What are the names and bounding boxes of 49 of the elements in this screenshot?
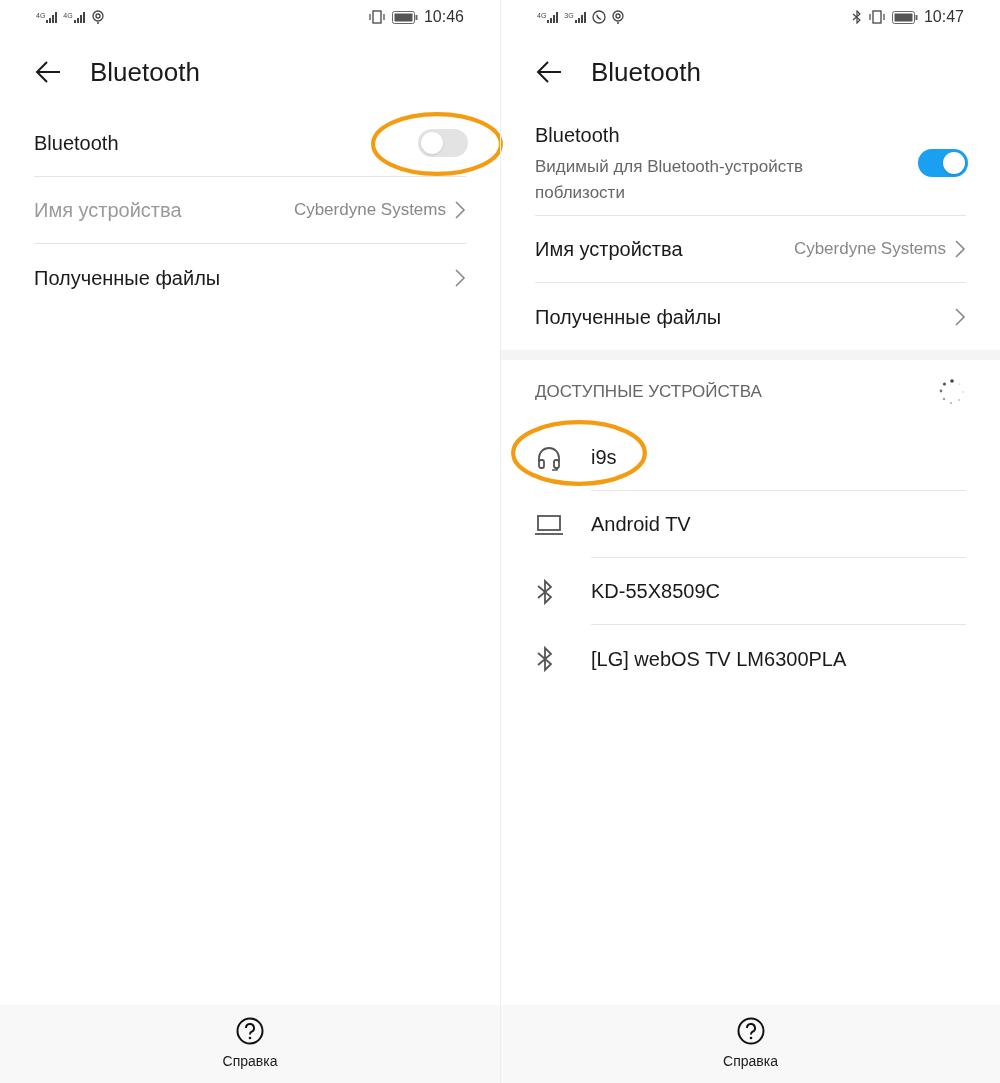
signal-icon [73,11,86,23]
battery-icon [391,10,418,24]
clock: 10:46 [423,7,464,27]
help-icon [736,1016,765,1045]
toggle-switch[interactable] [918,148,968,177]
signal-icon [574,11,587,23]
setting-label: Bluetooth [34,131,119,156]
row-label: Имя устройства [535,237,683,262]
section-header: ДОСТУПНЫЕ УСТРОЙСТВА [535,381,762,404]
help-icon [236,1016,264,1045]
device-name: i9s [591,445,617,470]
signal-icon [46,11,59,23]
device-row[interactable]: [LG] webOS TV LM6300PLA [535,625,966,692]
chevron-icon [954,306,966,327]
hotspot-icon [610,10,625,24]
laptop-icon [535,512,563,537]
chevron-icon [454,200,466,220]
toggle-switch[interactable] [418,129,468,157]
setting-label: Bluetooth [535,122,621,148]
row-label: Полученные файлы [34,265,221,291]
bluetooth-icon [535,577,555,606]
row-label: Полученные файлы [535,304,722,330]
page-title: Bluetooth [90,55,200,89]
hotspot-icon [90,10,105,24]
bluetooth-icon [535,644,555,673]
help-button[interactable]: Справка [501,1005,1000,1083]
signal-icon [547,11,560,23]
chevron-icon [454,267,466,288]
row-value: Cyberdyne Systems [293,199,446,222]
device-name: [LG] webOS TV LM6300PLA [591,646,847,672]
clock: 10:47 [923,7,964,27]
row-label: Имя устройства [34,198,182,223]
device-row[interactable]: i9s [535,424,966,491]
loading-spinner-icon [938,378,966,406]
battery-icon [891,10,918,24]
page-title: Bluetooth [591,55,701,89]
settings-row[interactable]: Полученные файлы [34,244,466,311]
device-name: Android TV [591,512,691,537]
help-button[interactable]: Справка [0,1005,500,1083]
device-name: KD-55X8509C [591,579,720,604]
setting-subtitle: Видимый для Bluetooth-устройств поблизости [535,155,804,204]
vibrate-icon [867,10,886,24]
device-row[interactable]: KD-55X8509C [535,558,966,625]
row-value: Cyberdyne Systems [793,238,946,261]
settings-row[interactable]: Полученные файлы [535,283,966,350]
chevron-icon [954,239,966,259]
settings-row[interactable]: Имя устройства Cyberdyne Systems [535,216,966,283]
vibrate-icon [367,10,386,24]
device-row[interactable]: Android TV [535,491,966,558]
